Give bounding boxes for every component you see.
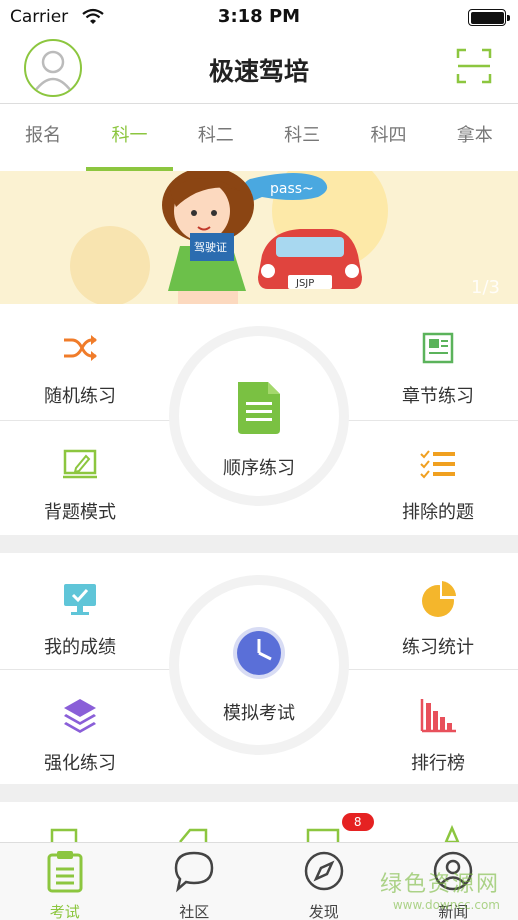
exam-panel: 我的成绩 练习统计 强化练习 排行榜 模拟考试 [0, 553, 518, 784]
leaderboard[interactable]: 排行榜 [358, 695, 518, 795]
tab-subject-three[interactable]: 科三 [259, 105, 345, 171]
sequential-practice-label: 顺序练习 [223, 458, 295, 479]
nav-discover[interactable]: 8 发现 [259, 813, 389, 920]
nav-exam-label: 考试 [49, 903, 80, 920]
bottom-navigation: 考试 社区 8 发现 新闻 [0, 813, 518, 920]
chapter-practice-label: 章节练习 [402, 386, 474, 407]
nav-community[interactable]: 社区 [130, 843, 260, 920]
random-practice-label: 随机练习 [44, 386, 116, 407]
tab-signup[interactable]: 报名 [0, 105, 86, 171]
tab-subject-two[interactable]: 科二 [173, 105, 259, 171]
monitor-check-icon [64, 584, 96, 615]
clock-icon [233, 627, 285, 679]
memorize-mode-label: 背题模式 [44, 502, 116, 523]
nav-discover-label: 发现 [308, 903, 339, 920]
more-features-row [0, 802, 518, 846]
section-divider [0, 535, 518, 553]
chat-bubble-icon [174, 851, 214, 893]
banner-plate-text: JSJP [295, 278, 314, 289]
banner-page-indicator: 1/3 [471, 277, 500, 298]
nav-news-label: 新闻 [438, 903, 469, 920]
sequential-practice[interactable]: 顺序练习 [169, 326, 349, 506]
excluded-questions-label: 排除的题 [402, 502, 474, 523]
chapter-book-icon [422, 332, 454, 364]
section-divider [0, 784, 518, 802]
partial-feature-icons [50, 824, 460, 846]
my-scores-label: 我的成绩 [44, 637, 116, 658]
mock-exam-label: 模拟考试 [223, 703, 295, 724]
nav-news[interactable]: 新闻 [389, 843, 518, 920]
leaderboard-label: 排行榜 [411, 753, 465, 774]
scan-icon[interactable] [456, 48, 492, 84]
excluded-questions[interactable]: 排除的题 [358, 444, 518, 544]
clock: 3:18 PM [217, 6, 301, 27]
tab-subject-one[interactable]: 科一 [86, 105, 173, 171]
tab-subject-four[interactable]: 科四 [345, 105, 431, 171]
app-title: 极速驾培 [208, 57, 309, 86]
banner-illustration: pass~ 驾驶证 JSJP [70, 171, 388, 304]
mock-exam[interactable]: 模拟考试 [169, 575, 349, 755]
checklist-icon [420, 450, 455, 479]
nav-community-label: 社区 [179, 903, 210, 920]
clipboard-icon [47, 851, 83, 893]
intensive-practice[interactable]: 强化练习 [0, 695, 160, 795]
tab-get-license[interactable]: 拿本 [432, 105, 518, 171]
practice-statistics[interactable]: 练习统计 [358, 579, 518, 679]
bar-chart-icon [420, 699, 456, 733]
intensive-practice-label: 强化练习 [44, 753, 116, 774]
shuffle-icon [64, 335, 97, 361]
profile-icon [434, 851, 473, 891]
memorize-mode[interactable]: 背题模式 [0, 444, 160, 544]
compass-icon [304, 851, 343, 891]
notification-badge: 8 [341, 813, 374, 831]
layers-icon [64, 699, 96, 733]
my-scores[interactable]: 我的成绩 [0, 579, 160, 679]
pie-chart-icon [422, 581, 456, 617]
notebook-edit-icon [63, 449, 97, 479]
banner-bubble-text: pass~ [270, 181, 314, 197]
battery-icon [468, 9, 510, 26]
chapter-practice[interactable]: 章节练习 [358, 328, 518, 428]
practice-panel: 随机练习 章节练习 背题模式 排除的题 顺序练习 [0, 304, 518, 535]
document-icon [238, 382, 280, 434]
banner-card-text: 驾驶证 [194, 240, 227, 254]
subject-tabs: 报名 科一 科二 科三 科四 拿本 [0, 105, 518, 171]
nav-exam[interactable]: 考试 [0, 843, 130, 920]
promo-banner[interactable]: pass~ 驾驶证 JSJP 1/3 [0, 171, 518, 304]
random-practice[interactable]: 随机练习 [0, 328, 160, 428]
app-header: 极速驾培 [0, 36, 518, 104]
status-bar: Carrier 3:18 PM [0, 0, 518, 36]
practice-statistics-label: 练习统计 [402, 637, 474, 658]
